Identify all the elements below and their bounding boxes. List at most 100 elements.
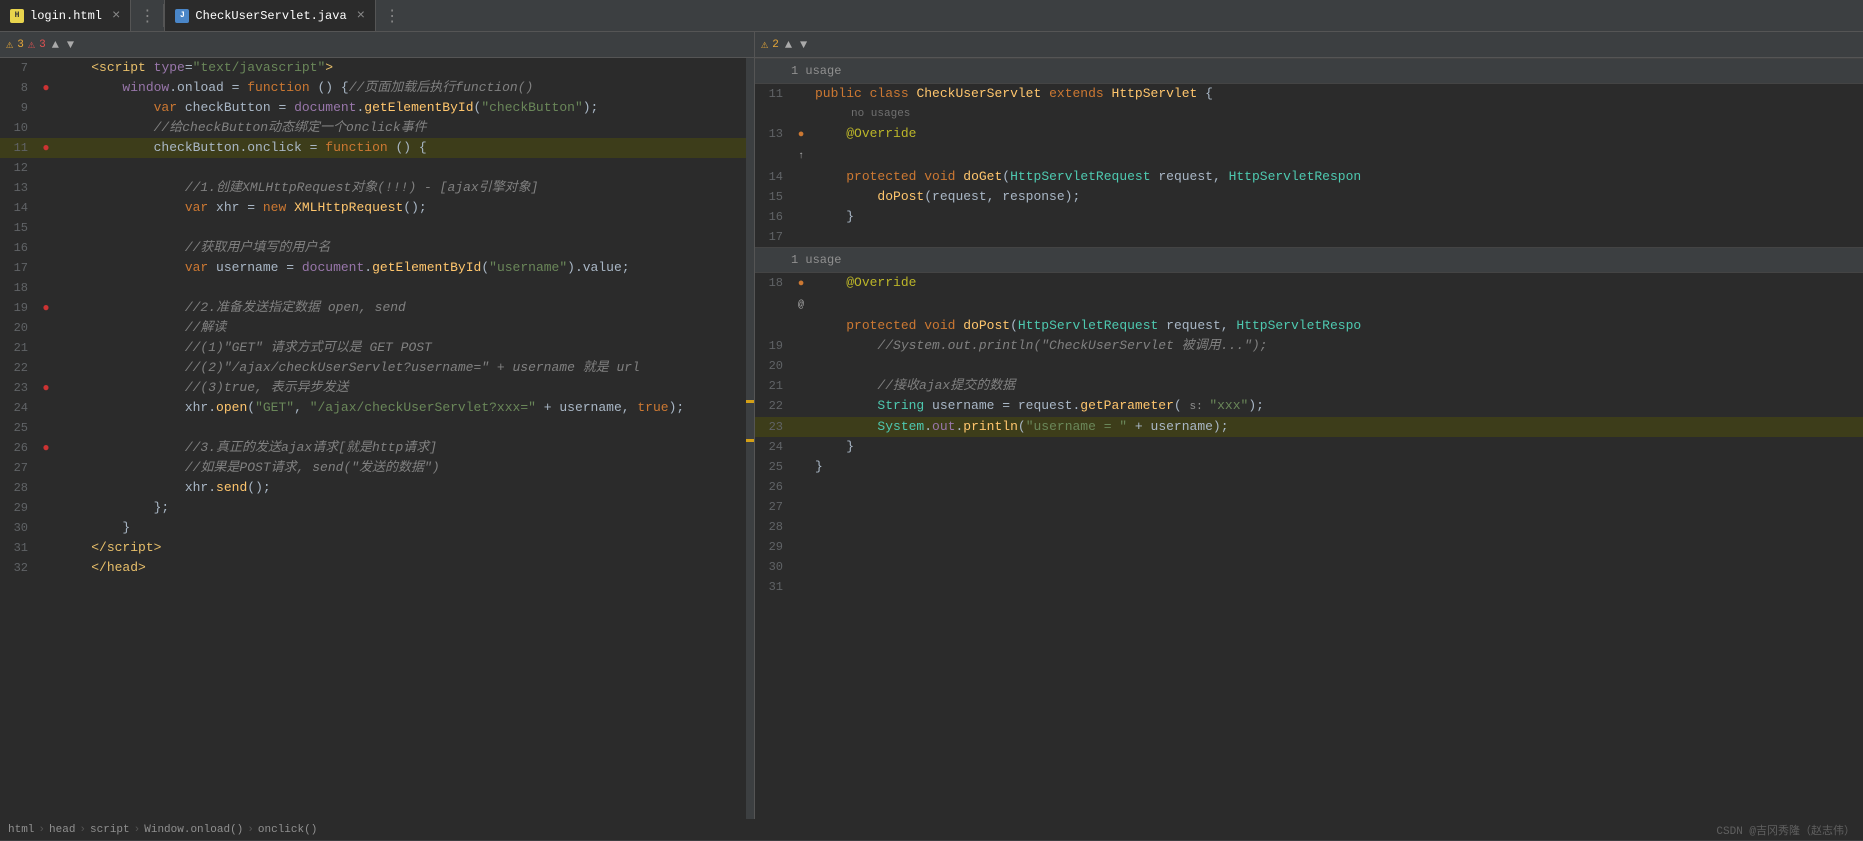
left-code-area[interactable]: 7 <script type="text/javascript"> 8 ● wi… [0, 58, 754, 819]
table-row: 23 ● //(3)true, 表示异步发送 [0, 378, 754, 398]
gutter [36, 218, 56, 238]
gutter [36, 538, 56, 558]
code-line: window.onload = function () {//页面加载后执行fu… [56, 78, 754, 98]
line-number: 26 [755, 477, 791, 497]
line-number: 23 [755, 417, 791, 437]
gutter [791, 167, 811, 187]
left-nav-down[interactable]: ▼ [65, 38, 76, 52]
code-line: String username = request.getParameter( … [811, 396, 1863, 417]
table-row: 28 xhr.send(); [0, 478, 754, 498]
table-row: 26 ● //3.真正的发送ajax请求[就是http请求] [0, 438, 754, 458]
breadcrumb-sep-2: › [79, 824, 86, 836]
usage-banner-middle: 1 usage [755, 247, 1863, 273]
table-row: 29 [755, 537, 1863, 557]
gutter [791, 207, 811, 227]
line-number: 13 [0, 178, 36, 198]
scrollbar-track[interactable] [746, 58, 754, 819]
table-row: 15 [0, 218, 754, 238]
breadcrumb-item-1[interactable]: html [8, 824, 34, 836]
left-error-count: 3 [39, 39, 46, 51]
code-line: var checkButton = document.getElementByI… [56, 98, 754, 118]
right-nav-down[interactable]: ▼ [798, 38, 809, 52]
tab-left-menu[interactable]: ⋮ [131, 0, 163, 31]
code-line: xhr.open("GET", "/ajax/checkUserServlet?… [56, 398, 754, 418]
gutter [36, 518, 56, 538]
gutter [791, 537, 811, 557]
breadcrumb-sep-1: › [38, 824, 45, 836]
tab-left-close[interactable]: × [112, 8, 120, 24]
right-editor-pane: ⚠ 2 ▲ ▼ 1 usage 11 public class CheckUse… [755, 32, 1863, 819]
code-line [811, 577, 1863, 597]
breadcrumb-item-4[interactable]: Window.onload() [144, 824, 243, 836]
line-number: 17 [755, 227, 791, 247]
line-number: 8 [0, 78, 36, 98]
tab-right-menu[interactable]: ⋮ [376, 0, 408, 31]
gutter [36, 558, 56, 578]
code-line: //System.out.println("CheckUserServlet 被… [811, 336, 1863, 356]
code-line [811, 537, 1863, 557]
table-row: 22 //(2)"/ajax/checkUserServlet?username… [0, 358, 754, 378]
tab-right-close[interactable]: × [357, 8, 365, 24]
right-toolbar: ⚠ 2 ▲ ▼ [755, 32, 1863, 58]
code-line: //(3)true, 表示异步发送 [56, 378, 754, 398]
code-line: public class CheckUserServlet extends Ht… [811, 84, 1863, 104]
table-row: 15 doPost(request, response); [755, 187, 1863, 207]
line-number: 16 [755, 207, 791, 227]
breadcrumb-item-3[interactable]: script [90, 824, 130, 836]
table-row: 25 } [755, 457, 1863, 477]
left-nav-up[interactable]: ▲ [50, 38, 61, 52]
line-number: 28 [0, 478, 36, 498]
line-number: 18 [0, 278, 36, 298]
code-line: no usages [811, 104, 1863, 124]
table-row: 13 ● ↑ @Override [755, 124, 1863, 167]
line-number: 24 [755, 437, 791, 457]
ide-window: H login.html × ⋮ J CheckUserServlet.java… [0, 0, 1863, 841]
gutter [791, 227, 811, 247]
right-code-area[interactable]: 1 usage 11 public class CheckUserServlet… [755, 58, 1863, 819]
code-line: } [811, 207, 1863, 227]
table-row: 29 }; [0, 498, 754, 518]
breakpoint-icon: ● [42, 381, 49, 395]
gutter [791, 104, 811, 124]
breadcrumb-item-2[interactable]: head [49, 824, 75, 836]
line-number: 19 [755, 336, 791, 356]
gutter: ● @ [791, 273, 811, 316]
usage-count-middle: 1 usage [791, 253, 841, 267]
table-row: no usages [755, 104, 1863, 124]
line-number: 7 [0, 58, 36, 78]
gutter [791, 577, 811, 597]
code-line: //(2)"/ajax/checkUserServlet?username=" … [56, 358, 754, 378]
usage-count-top: 1 usage [791, 64, 841, 78]
line-number: 20 [755, 356, 791, 376]
table-row: 21 //(1)"GET" 请求方式可以是 GET POST [0, 338, 754, 358]
breakpoint-icon: ● [42, 301, 49, 315]
gutter [36, 238, 56, 258]
line-number: 29 [755, 537, 791, 557]
gutter [36, 278, 56, 298]
line-number: 26 [0, 438, 36, 458]
code-line: <script type="text/javascript"> [56, 58, 754, 78]
gutter [36, 98, 56, 118]
table-row: 14 var xhr = new XMLHttpRequest(); [0, 198, 754, 218]
gutter-arrow: ● [798, 129, 805, 141]
line-number: 11 [755, 84, 791, 104]
table-row: 8 ● window.onload = function () {//页面加载后… [0, 78, 754, 98]
gutter [36, 178, 56, 198]
left-editor-pane: ⚠ 3 ⚠ 3 ▲ ▼ 7 <script type="text/javascr… [0, 32, 755, 819]
right-nav-up[interactable]: ▲ [783, 38, 794, 52]
table-row: 20 [755, 356, 1863, 376]
code-line: checkButton.onclick = function () { [56, 138, 754, 158]
breadcrumb-item-5[interactable]: onclick() [258, 824, 317, 836]
tab-right-filename: CheckUserServlet.java [195, 9, 346, 23]
table-row: 19 //System.out.println("CheckUserServle… [755, 336, 1863, 356]
tab-login-html[interactable]: H login.html × [0, 0, 131, 31]
gutter: ● [36, 438, 56, 458]
gutter [791, 457, 811, 477]
code-line [811, 557, 1863, 577]
tab-checkuserservlet-java[interactable]: J CheckUserServlet.java × [164, 0, 376, 31]
code-line: //接收ajax提交的数据 [811, 376, 1863, 396]
gutter: ● ↑ [791, 124, 811, 167]
table-row: 18 ● @ @Override [755, 273, 1863, 316]
code-line: } [56, 518, 754, 538]
table-row: protected void doPost(HttpServletRequest… [755, 316, 1863, 336]
